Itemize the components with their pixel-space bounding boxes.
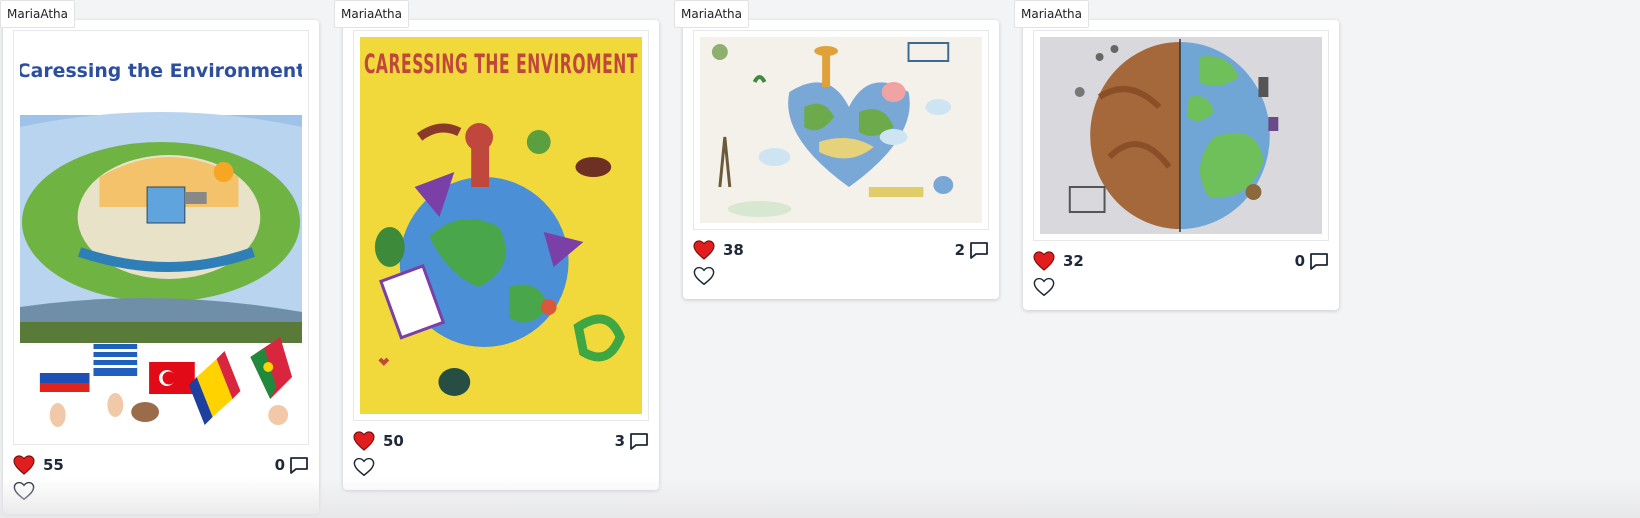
filled-heart-icon [353, 431, 375, 451]
card-stats: 38 2 [693, 237, 989, 263]
comments-counter[interactable]: 3 [615, 432, 649, 451]
comments-count: 2 [954, 241, 965, 259]
artwork-title-text: Caressing the Environment [20, 60, 302, 82]
flag-turkey [149, 362, 195, 394]
comments-counter[interactable]: 2 [955, 241, 989, 260]
like-button[interactable] [353, 456, 375, 478]
like-button[interactable] [1033, 276, 1055, 298]
filled-heart-icon [693, 240, 715, 260]
artwork-title-text: CARESSING THE ENVIROMENT [364, 49, 638, 80]
filled-heart-icon [13, 455, 35, 475]
likes-count: 32 [1063, 252, 1084, 270]
artwork-frame[interactable]: CARESSING THE ENVIROMENT [353, 30, 649, 421]
flag-slovakia [39, 364, 90, 392]
artwork-image[interactable] [700, 37, 982, 223]
filled-heart-icon [1033, 251, 1055, 271]
artwork-frame[interactable] [693, 30, 989, 230]
likes-counter[interactable]: 55 [13, 455, 64, 475]
gallery-board: MariaAtha MariaAtha MariaAtha MariaAtha … [0, 0, 1640, 518]
flag-greece [93, 344, 138, 376]
speech-bubble-icon [290, 456, 308, 474]
likes-count: 38 [723, 241, 744, 259]
artwork-image[interactable] [1040, 37, 1322, 234]
outline-heart-icon [1033, 277, 1055, 297]
page-bottom-fade [0, 478, 1640, 518]
speech-bubble-icon [630, 432, 648, 450]
outline-heart-icon [693, 266, 715, 286]
comments-counter[interactable]: 0 [1295, 252, 1329, 271]
author-tag[interactable]: MariaAtha [0, 0, 75, 28]
artwork-image[interactable]: CARESSING THE ENVIROMENT [360, 37, 642, 414]
likes-count: 50 [383, 432, 404, 450]
speech-bubble-icon [970, 241, 988, 259]
likes-counter[interactable]: 50 [353, 431, 404, 451]
artwork-frame[interactable]: Caressing the Environment [13, 30, 309, 445]
author-tag[interactable]: MariaAtha [1014, 0, 1089, 28]
comments-count: 3 [614, 432, 625, 450]
comments-count: 0 [1294, 252, 1305, 270]
artwork-card[interactable]: Caressing the Environment 55 0 [3, 20, 319, 514]
like-button[interactable] [693, 265, 715, 287]
artwork-frame[interactable] [1033, 30, 1329, 241]
likes-counter[interactable]: 38 [693, 240, 744, 260]
card-stats: 55 0 [13, 452, 309, 478]
comments-count: 0 [274, 456, 285, 474]
outline-heart-icon [353, 457, 375, 477]
author-tag[interactable]: MariaAtha [674, 0, 749, 28]
author-tag[interactable]: MariaAtha [334, 0, 409, 28]
artwork-card[interactable]: 38 2 [683, 20, 999, 299]
comments-counter[interactable]: 0 [275, 456, 309, 475]
card-stats: 50 3 [353, 428, 649, 454]
artwork-image[interactable]: Caressing the Environment [20, 37, 302, 438]
artwork-card[interactable]: CARESSING THE ENVIROMENT 50 3 [343, 20, 659, 490]
likes-count: 55 [43, 456, 64, 474]
likes-counter[interactable]: 32 [1033, 251, 1084, 271]
card-stats: 32 0 [1033, 248, 1329, 274]
artwork-card[interactable]: 32 0 [1023, 20, 1339, 310]
speech-bubble-icon [1310, 252, 1328, 270]
